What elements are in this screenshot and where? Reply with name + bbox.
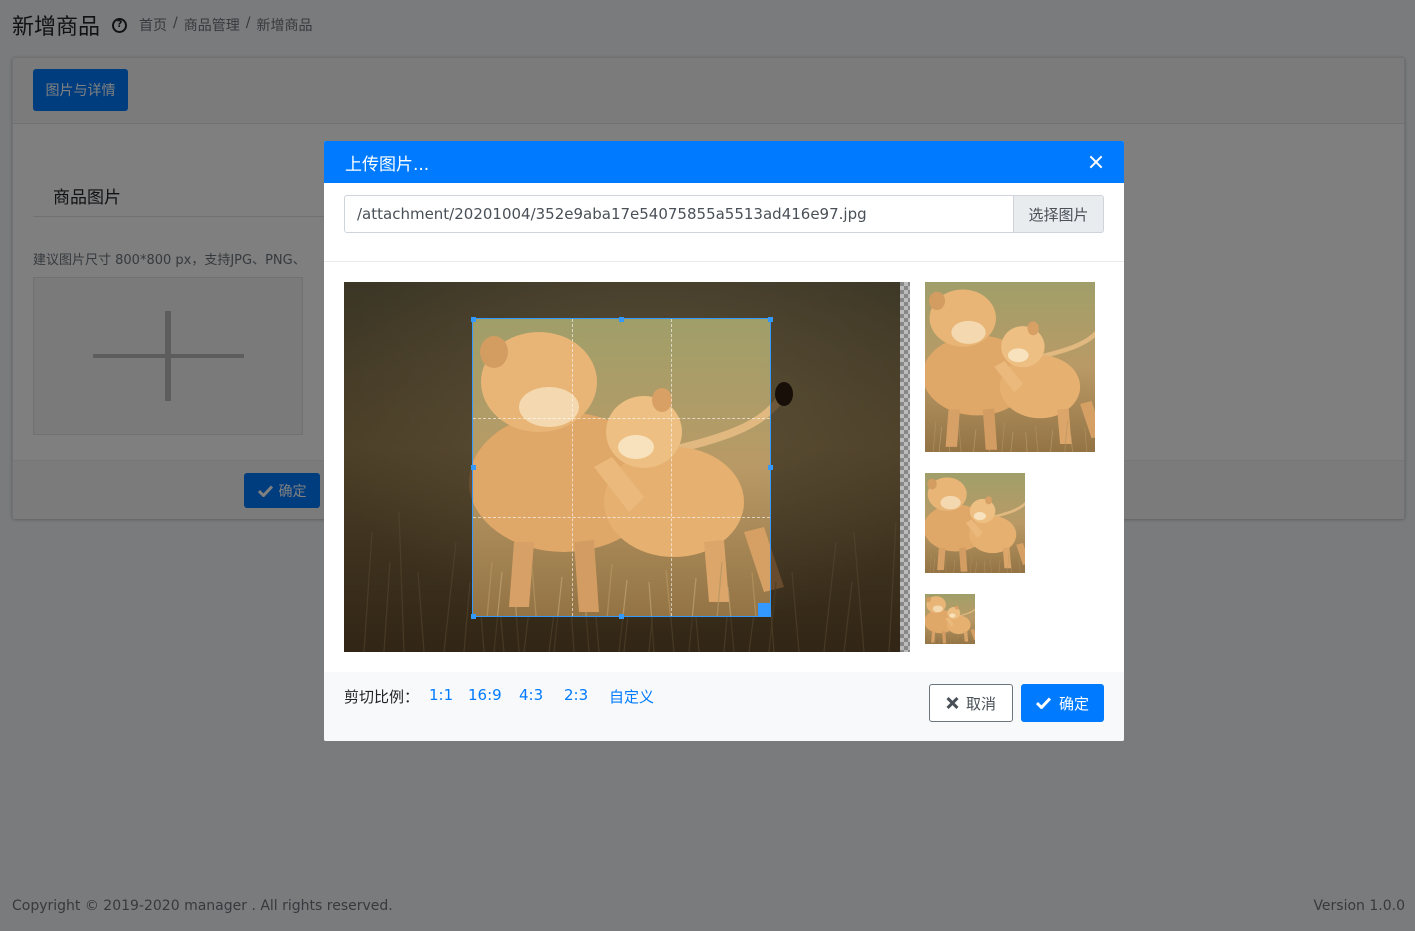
ratio-1-1[interactable]: 1:1 — [429, 686, 453, 704]
ratio-4-3[interactable]: 4:3 — [519, 686, 543, 704]
preview-small — [925, 594, 975, 644]
ratio-2-3[interactable]: 2:3 — [564, 686, 588, 704]
transparent-area — [900, 282, 910, 652]
check-icon — [1035, 697, 1051, 709]
preview-medium — [925, 473, 1025, 573]
close-icon[interactable] — [1088, 154, 1104, 170]
cancel-button[interactable]: 取消 — [929, 684, 1013, 722]
ok-button[interactable]: 确定 — [1021, 684, 1104, 722]
crop-guide-line — [572, 319, 573, 616]
choose-image-button[interactable]: 选择图片 — [1014, 195, 1104, 233]
ratio-label: 剪切比例： — [344, 688, 420, 706]
crop-guide-line — [473, 517, 770, 518]
file-path-input[interactable] — [344, 195, 1014, 233]
preview-large-image — [925, 282, 1095, 452]
ratio-16-9[interactable]: 16:9 — [468, 686, 502, 704]
crop-handle-w[interactable] — [471, 465, 476, 470]
crop-handle-s[interactable] — [619, 614, 624, 619]
image-cropper[interactable] — [344, 282, 910, 652]
crop-box[interactable] — [472, 318, 771, 617]
crop-handle-nw[interactable] — [471, 317, 476, 322]
crop-guide-line — [671, 319, 672, 616]
ok-label: 确定 — [1058, 695, 1089, 713]
ratio-custom[interactable]: 自定义 — [609, 686, 654, 707]
crop-controls: 剪切比例： 1:1 16:9 4:3 2:3 自定义 取消 确定 — [324, 672, 1124, 741]
preview-large — [925, 282, 1095, 452]
times-icon — [946, 697, 958, 709]
preview-medium-image — [925, 473, 1025, 573]
upload-image-modal: 上传图片... 选择图片 — [324, 141, 1124, 741]
crop-handle-sw[interactable] — [471, 614, 476, 619]
crop-box-image — [473, 319, 770, 616]
crop-handle-e[interactable] — [768, 465, 773, 470]
divider — [324, 261, 1124, 262]
crop-handle-n[interactable] — [619, 317, 624, 322]
preview-small-image — [925, 594, 975, 644]
crop-handle-ne[interactable] — [768, 317, 773, 322]
modal-header: 上传图片... — [324, 141, 1124, 183]
modal-title: 上传图片... — [345, 154, 430, 175]
cancel-label: 取消 — [965, 695, 996, 713]
crop-guide-line — [473, 418, 770, 419]
file-select-row: 选择图片 — [344, 195, 1104, 233]
crop-handle-se[interactable] — [758, 603, 771, 616]
